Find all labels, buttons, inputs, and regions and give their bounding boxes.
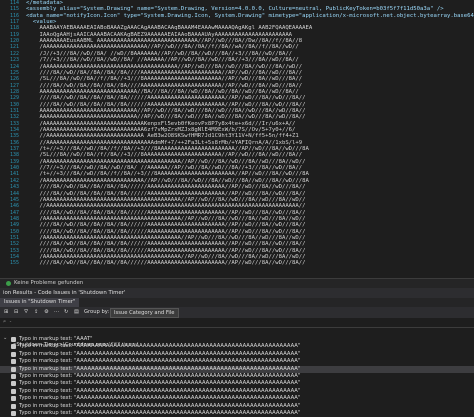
message-icon — [11, 351, 16, 357]
code-line[interactable]: 155 ////8A//wD//8A//8A//8A//8A//////AAAA… — [0, 260, 474, 267]
message-icon — [11, 337, 16, 342]
group-row[interactable]: ⌄ <Shutdown Timer>\Countdown.resx [707 i… — [0, 328, 474, 348]
result-row[interactable]: Typo in markup text: "AAAT" — [0, 336, 474, 343]
result-row[interactable]: Typo in markup text: "AAAAAAAAAAAAAAAAAA… — [0, 358, 474, 365]
result-row[interactable]: Typo in markup text: "AAAAAAAAAAAAAAAAAA… — [0, 395, 474, 402]
message-icon — [11, 388, 16, 394]
result-text: Typo in markup text: "AAAAAAAAAAAAAAAAAA… — [19, 358, 301, 365]
filter-icon[interactable]: ⛛ — [24, 309, 28, 316]
search-bar[interactable]: ⌕ - — [0, 318, 474, 328]
message-icon — [11, 374, 16, 379]
result-text: Typo in markup text: "AAAAAAAAAAAAAAAAAA… — [19, 350, 301, 357]
result-row[interactable]: Typo in markup text: "AAAAAAAAAAAAAAAAAA… — [0, 373, 474, 380]
collapse-icon[interactable]: ⊟ — [14, 309, 18, 316]
tab-issues[interactable]: Issues in "Shutdown Timer" — [0, 298, 80, 307]
result-text: Typo in markup text: "AAAT" — [19, 336, 93, 342]
message-icon — [11, 403, 16, 409]
result-row[interactable]: Typo in markup text: "AAAAAAAAAAAAAAAAAA… — [0, 365, 474, 373]
panel-tabstrip: Issues in "Shutdown Timer" — [0, 298, 474, 307]
result-text: Typo in markup text: "AAAAAAAAAAAAAAAAAA… — [19, 365, 301, 372]
result-text: Typo in markup text: "AAAAAAAAAAAAAAAAAA… — [19, 395, 301, 402]
result-text: Typo in markup text: "AAAAAAAAAAAAAAAAAA… — [19, 380, 301, 387]
options-icon[interactable]: ⋯ — [54, 309, 59, 316]
message-icon — [11, 396, 16, 402]
result-row[interactable]: Typo in markup text: "AAAAAAAAAAAAAAAAAA… — [0, 351, 474, 358]
code-editor[interactable]: 114 </metadata> 115 <assembly alias="System… — [0, 0, 474, 278]
check-icon — [6, 281, 11, 286]
panel-title: ion Results - Code Issues in 'Shutdown T… — [0, 288, 474, 298]
settings-icon[interactable]: ⚙ — [44, 309, 49, 316]
results-tree[interactable]: ⌄ <Shutdown Timer>\Countdown.resx [707 i… — [0, 328, 474, 416]
expand-icon[interactable]: ⊞ — [4, 309, 8, 316]
group-icon: ▤ — [74, 309, 79, 315]
message-icon — [11, 344, 16, 350]
status-text: Keine Probleme gefunden — [14, 280, 84, 286]
result-row[interactable]: Typo in markup text: "AAAAAAAAAAAAAAAAAA… — [0, 343, 474, 350]
line-code: ////8A//wD//8A//8A//8A//8A//////AAAAAAAA… — [26, 260, 306, 267]
result-text: Typo in markup text: "AAAAAAAAAAAAAAAAAA… — [19, 402, 301, 409]
results-toolbar: ⊞ ⊟ ⛛ ⇪ ⚙ ⋯ ↻ ▤ Group by: Issue Category… — [0, 307, 474, 318]
message-icon — [11, 381, 16, 387]
export-icon[interactable]: ⇪ — [34, 309, 38, 316]
result-text: Typo in markup text: "AAAAAAAAAAAAAAAAAA… — [19, 387, 301, 394]
line-number: 155 — [9, 260, 19, 267]
result-text: Typo in markup text: "AAAAAAAAAAAAAAAAAA… — [19, 373, 301, 379]
result-text: Typo in markup text: "AAAAAAAAAAAAAAAAAA… — [19, 343, 301, 350]
message-icon — [11, 359, 16, 365]
editor-status-bar: Keine Probleme gefunden — [0, 278, 474, 288]
group-by-select[interactable]: Issue Category and File — [110, 308, 179, 318]
group-by-label: Group by: — [84, 309, 110, 315]
refresh-icon[interactable]: ↻ — [64, 309, 68, 316]
result-row[interactable]: Typo in markup text: "AAAAAAAAAAAAAAAAAA… — [0, 380, 474, 387]
search-input[interactable]: ⌕ - — [3, 318, 12, 327]
message-icon — [11, 366, 16, 372]
result-row[interactable]: Typo in markup text: "AAAAAAAAAAAAAAAAAA… — [0, 403, 474, 410]
result-row[interactable]: Typo in markup text: "AAAAAAAAAAAAAAAAAA… — [0, 388, 474, 395]
